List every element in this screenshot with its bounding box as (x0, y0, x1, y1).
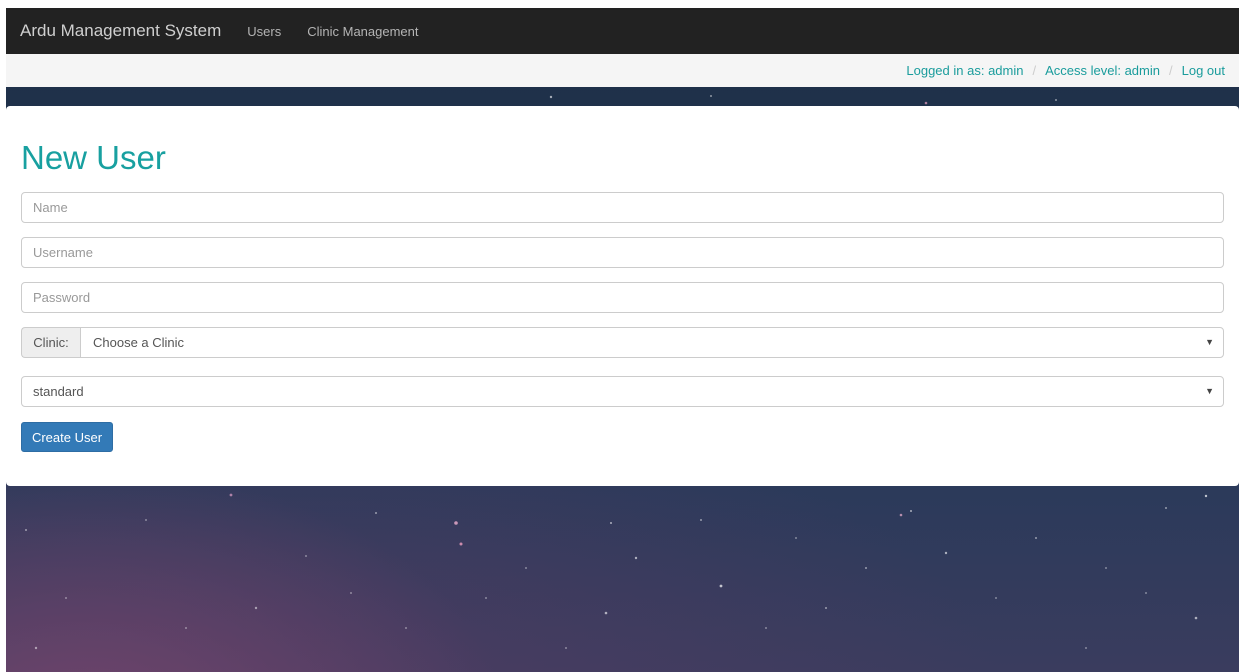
breadcrumb-separator: / (1032, 63, 1037, 78)
clinic-select[interactable]: Choose a Clinic ▼ (80, 327, 1224, 358)
chevron-down-icon: ▼ (1205, 386, 1214, 396)
page-title: New User (21, 139, 166, 176)
logout-link[interactable]: Log out (1182, 63, 1225, 78)
breadcrumb: Logged in as: admin / Access level: admi… (6, 54, 1239, 87)
brand-link[interactable]: Ardu Management System (20, 21, 221, 41)
logged-in-user-link[interactable]: Logged in as: admin (906, 63, 1023, 78)
password-input[interactable] (21, 282, 1224, 313)
clinic-select-value: Choose a Clinic (93, 335, 185, 350)
access-level-link[interactable]: Access level: admin (1045, 63, 1160, 78)
clinic-label: Clinic: (21, 327, 80, 358)
nav-link-users[interactable]: Users (247, 24, 281, 39)
access-level-select-value: standard (33, 384, 84, 399)
clinic-input-group: Clinic: Choose a Clinic ▼ (21, 327, 1224, 358)
username-input[interactable] (21, 237, 1224, 268)
name-input[interactable] (21, 192, 1224, 223)
nav-link-clinic-management[interactable]: Clinic Management (307, 24, 418, 39)
chevron-down-icon: ▼ (1205, 337, 1214, 347)
new-user-form-card: New User Clinic: Choose a Clinic ▼ stand… (6, 106, 1239, 486)
breadcrumb-separator: / (1169, 63, 1173, 78)
top-navbar: Ardu Management System Users Clinic Mana… (6, 8, 1239, 54)
page: Ardu Management System Users Clinic Mana… (6, 8, 1239, 672)
create-user-button[interactable]: Create User (21, 422, 113, 452)
access-level-select[interactable]: standard ▼ (21, 376, 1224, 407)
